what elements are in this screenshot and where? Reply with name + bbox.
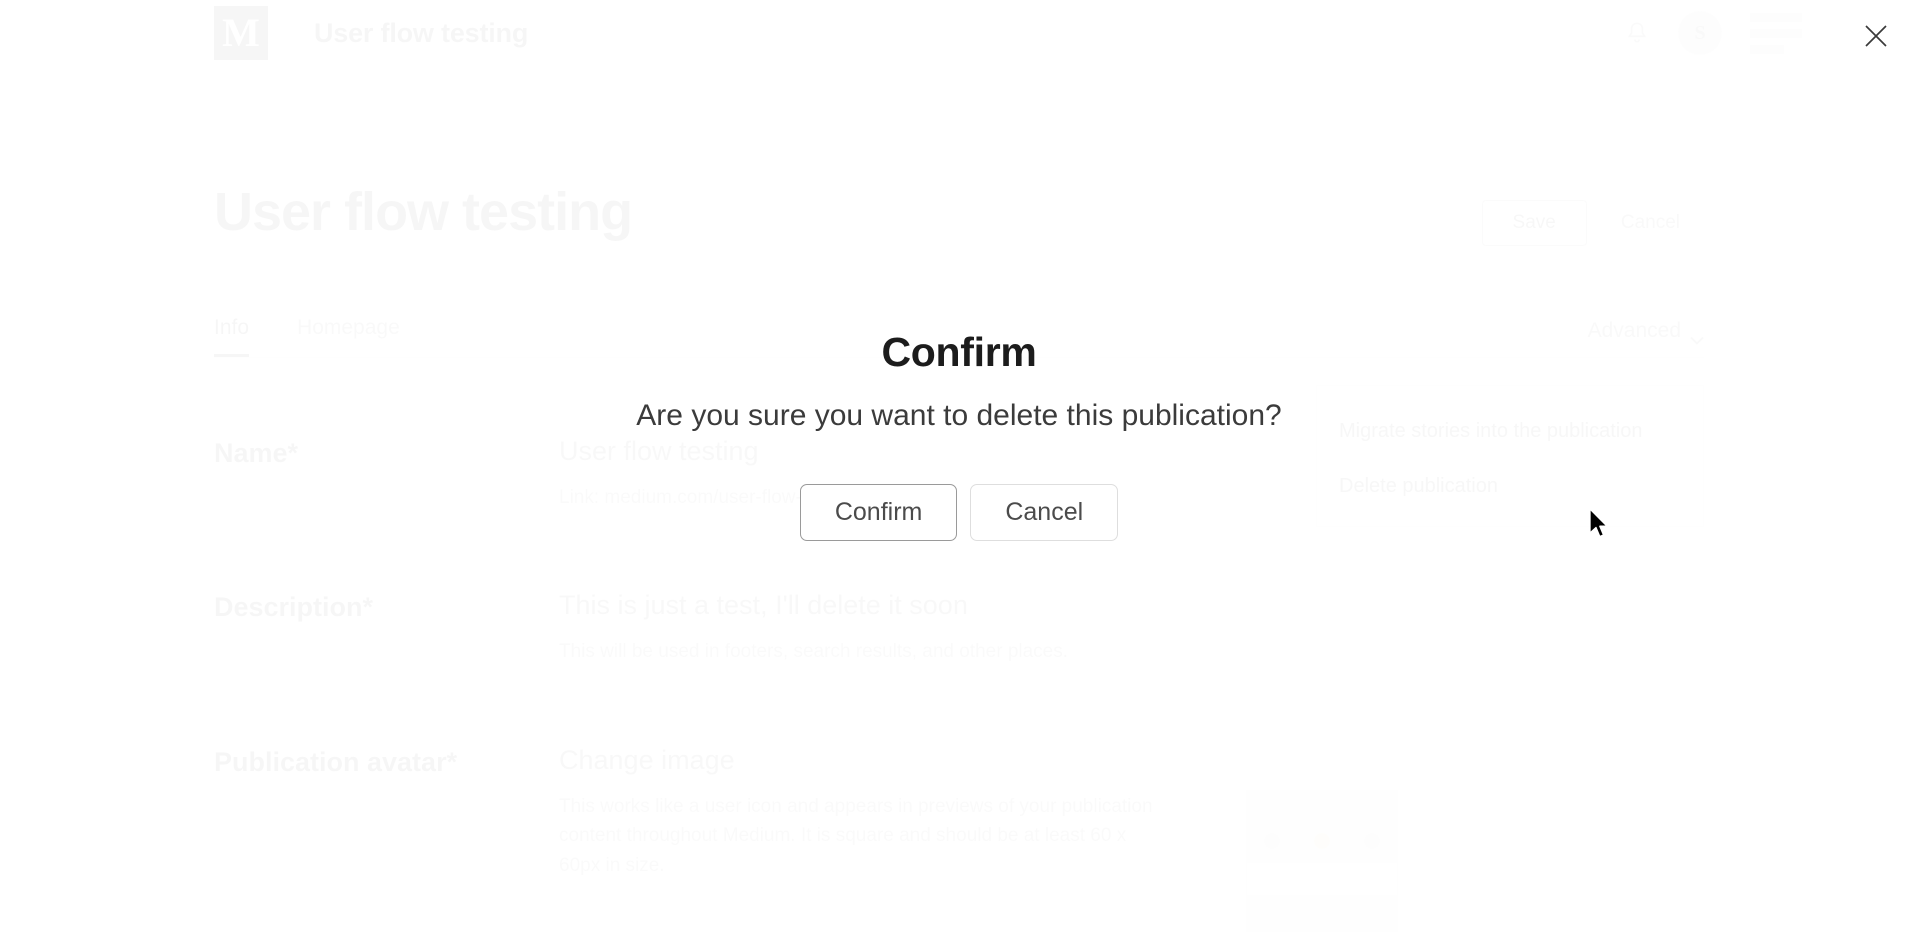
close-icon[interactable]: [1846, 8, 1906, 64]
dialog-confirm-button[interactable]: Confirm: [799, 484, 958, 542]
dialog-title: Confirm: [881, 329, 1037, 375]
dialog-cancel-button[interactable]: Cancel: [970, 484, 1119, 542]
modal-overlay: Confirm Are you sure you want to delete …: [0, 0, 1918, 932]
dialog-message: Are you sure you want to delete this pub…: [636, 399, 1282, 433]
confirm-dialog: Confirm Are you sure you want to delete …: [0, 329, 1918, 542]
dialog-button-row: Confirm Cancel: [799, 484, 1119, 542]
